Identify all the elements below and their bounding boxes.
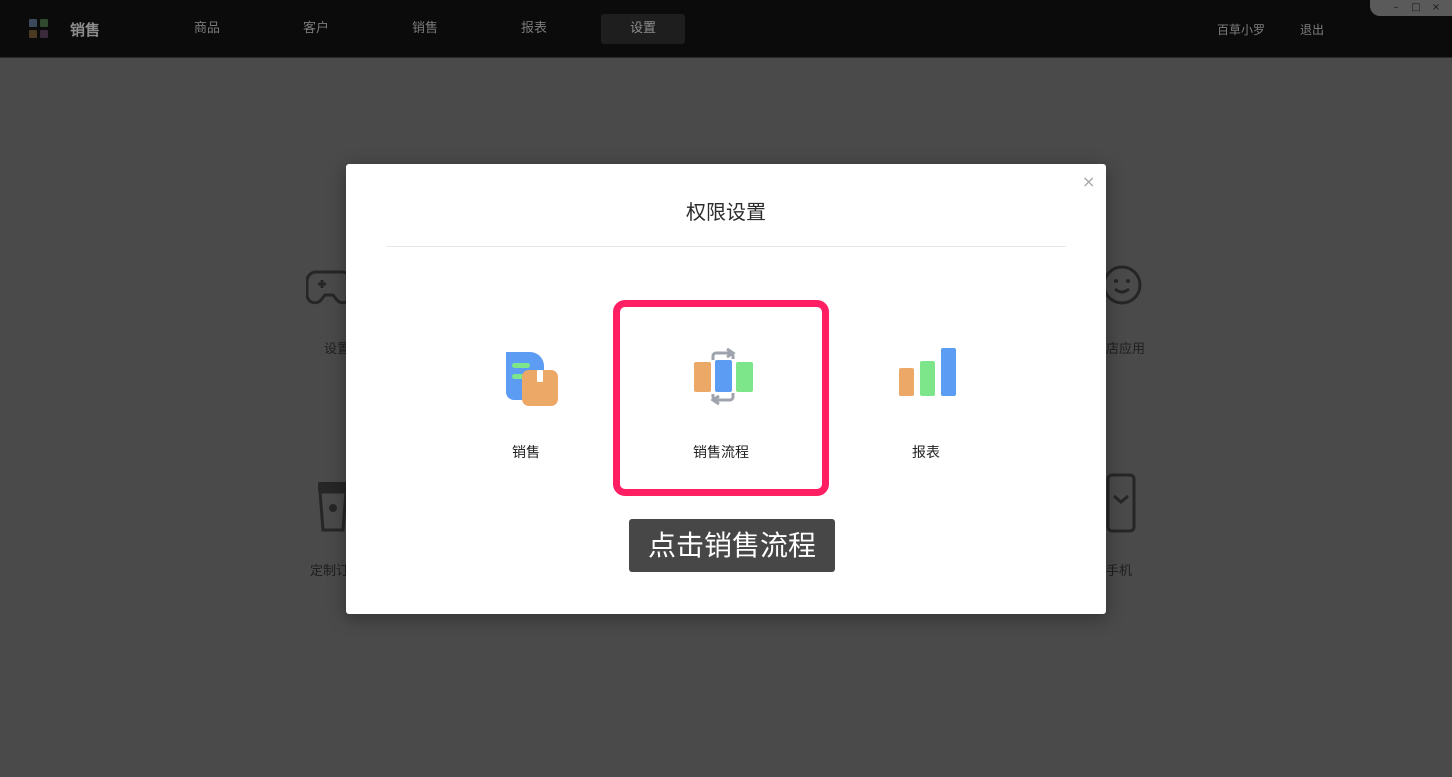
sales-document-icon bbox=[506, 352, 558, 406]
permission-settings-modal: 权限设置 × 销售 销售流程 报表 点击销售流程 bbox=[346, 164, 1106, 614]
bg-card-label-left-bottom: 定制订 bbox=[310, 564, 350, 579]
option-sales[interactable]: 销售 bbox=[426, 314, 626, 474]
bg-card-label-right-top: 店应用 bbox=[1106, 342, 1146, 357]
modal-divider bbox=[386, 246, 1066, 247]
bg-card-label-right-bottom: 手机 bbox=[1106, 564, 1133, 579]
option-sales-label: 销售 bbox=[512, 445, 540, 461]
user-name-link[interactable]: 百草小罗 bbox=[1217, 21, 1265, 38]
bar-chart-icon bbox=[899, 348, 956, 396]
close-icon[interactable]: × bbox=[1082, 172, 1095, 191]
modal-title: 权限设置 bbox=[686, 200, 766, 224]
coffee-cup-icon bbox=[318, 482, 348, 532]
window-controls: – □ × bbox=[1370, 0, 1452, 16]
nav-item-sales[interactable]: 销售 bbox=[383, 14, 467, 44]
nav-item-reports[interactable]: 报表 bbox=[492, 14, 576, 44]
close-window-icon[interactable]: × bbox=[1430, 2, 1442, 13]
smile-icon bbox=[1104, 265, 1142, 305]
maximize-icon[interactable]: □ bbox=[1410, 2, 1422, 13]
app-title: 销售 bbox=[70, 21, 101, 39]
option-reports[interactable]: 报表 bbox=[826, 314, 1026, 474]
nav-item-customers[interactable]: 客户 bbox=[274, 14, 358, 44]
nav-item-products[interactable]: 商品 bbox=[165, 14, 249, 44]
option-reports-label: 报表 bbox=[912, 445, 940, 461]
app-logo-icon bbox=[29, 19, 49, 39]
nav-item-settings[interactable]: 设置 bbox=[601, 14, 685, 44]
highlight-box bbox=[613, 300, 829, 496]
logout-link[interactable]: 退出 bbox=[1300, 21, 1324, 38]
mobile-phone-icon bbox=[1106, 473, 1136, 533]
minimize-icon[interactable]: – bbox=[1390, 2, 1402, 13]
hint-tooltip: 点击销售流程 bbox=[629, 519, 835, 572]
top-bar: 销售 商品 客户 销售 报表 设置 百草小罗 退出 – □ × bbox=[0, 0, 1452, 58]
